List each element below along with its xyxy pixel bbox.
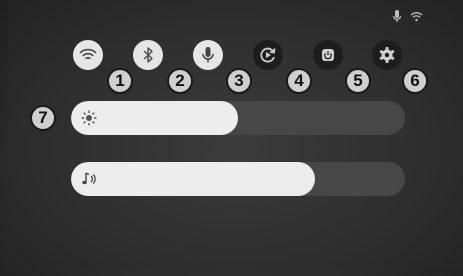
microphone-icon [202, 47, 214, 63]
slider-badge-7: 7 [30, 105, 56, 131]
gear-icon [379, 47, 395, 63]
volume-slider-fill [71, 162, 315, 196]
bluetooth-icon [143, 47, 153, 63]
bluetooth-toggle[interactable] [133, 40, 163, 70]
auto-rotate-toggle[interactable] [253, 40, 283, 70]
volume-slider[interactable] [71, 162, 405, 196]
wifi-icon [410, 12, 423, 22]
brightness-slider[interactable] [71, 101, 405, 135]
power-icon [322, 49, 334, 61]
settings-toggle[interactable] [372, 40, 402, 70]
quick-settings-panel: 1 2 3 4 5 6 7 [8, 0, 463, 270]
wifi-toggle[interactable] [73, 40, 103, 70]
microphone-icon [392, 10, 402, 22]
toggle-badge-2: 2 [167, 68, 193, 94]
brightness-icon [81, 110, 97, 126]
toggle-badge-5: 5 [345, 68, 371, 94]
microphone-toggle[interactable] [193, 40, 223, 70]
power-toggle[interactable] [313, 40, 343, 70]
volume-icon [82, 172, 96, 185]
status-bar [392, 10, 423, 23]
wifi-icon [79, 48, 97, 60]
toggle-badge-4: 4 [286, 68, 312, 94]
toggle-badge-1: 1 [107, 68, 133, 94]
toggle-badge-6: 6 [402, 68, 428, 94]
rotate-icon [260, 47, 276, 63]
toggle-badge-3: 3 [226, 68, 252, 94]
